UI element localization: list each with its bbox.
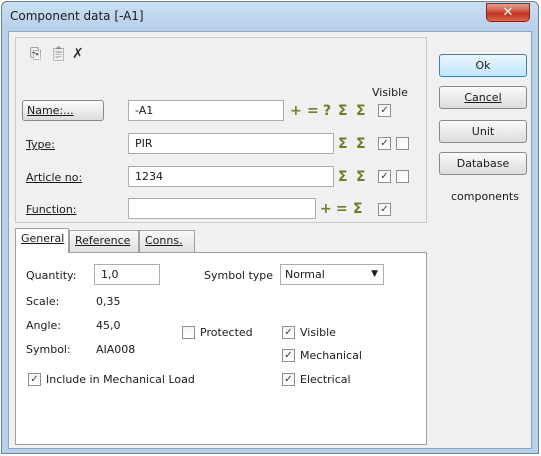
- delete-icon[interactable]: ✗: [72, 46, 84, 62]
- function-label: Function:: [26, 203, 77, 216]
- electrical-checkbox[interactable]: ✓: [282, 373, 295, 386]
- tab-reference[interactable]: Reference: [69, 230, 139, 252]
- symbol-value: AIA008: [96, 343, 136, 356]
- scale-label: Scale:: [26, 295, 60, 308]
- article-input[interactable]: 1234: [128, 166, 334, 187]
- paste-icon[interactable]: 📋︎: [50, 46, 68, 62]
- quantity-label: Quantity:: [26, 269, 77, 282]
- function-visible-checkbox[interactable]: ✓: [378, 203, 391, 216]
- cancel-button-label: Cancel: [464, 91, 502, 104]
- cancel-button[interactable]: Cancel: [439, 86, 527, 109]
- tab-conns[interactable]: Conns.: [139, 230, 195, 252]
- sigma-icon[interactable]: Σ: [338, 103, 348, 119]
- type-extra-checkbox[interactable]: [396, 137, 409, 150]
- tab-reference-label: Reference: [75, 234, 131, 247]
- component-fields-panel: ⎘ 📋︎ ✗ Visible Name:... -A1 + = ? Σ Σ ✓ …: [15, 37, 427, 223]
- include-mechanical-load-checkbox[interactable]: ✓: [28, 373, 41, 386]
- article-extra-checkbox[interactable]: [396, 170, 409, 183]
- type-label-text: Type:: [26, 138, 55, 151]
- close-icon: ✕: [502, 5, 514, 20]
- add-icon[interactable]: +: [290, 103, 302, 119]
- function-add-icon[interactable]: +: [320, 201, 332, 217]
- article-visible-checkbox[interactable]: ✓: [378, 170, 391, 183]
- database-button[interactable]: Database: [439, 152, 527, 175]
- components-label[interactable]: components: [451, 190, 519, 203]
- visible-checkbox[interactable]: ✓: [282, 326, 295, 339]
- sigma-edit-icon[interactable]: Σ: [356, 103, 366, 119]
- type-sigma-icon[interactable]: Σ: [338, 136, 348, 152]
- unit-button[interactable]: Unit: [439, 120, 527, 143]
- ok-button[interactable]: Ok: [439, 54, 527, 77]
- chevron-down-icon: ▼: [371, 269, 378, 279]
- visible-column-header: Visible: [372, 86, 408, 99]
- tab-general[interactable]: General: [15, 228, 69, 253]
- general-tab-panel: Quantity: 1,0 Symbol type Normal ▼ Scale…: [15, 252, 427, 445]
- symbol-type-select[interactable]: Normal ▼: [280, 264, 384, 285]
- protected-label: Protected: [200, 326, 253, 339]
- tab-general-label: General: [21, 232, 65, 245]
- function-input[interactable]: [128, 198, 316, 219]
- tab-conns-label: Conns.: [145, 234, 183, 247]
- electrical-label: Electrical: [300, 373, 351, 386]
- type-visible-checkbox[interactable]: ✓: [378, 137, 391, 150]
- visible-label: Visible: [300, 326, 336, 339]
- copy-icon[interactable]: ⎘: [30, 46, 41, 62]
- scale-value: 0,35: [96, 295, 121, 308]
- tab-control: General Reference Conns. Quantity: 1,0 S…: [15, 228, 427, 445]
- window-title: Component data [-A1]: [10, 9, 144, 23]
- protected-checkbox[interactable]: [182, 326, 195, 339]
- type-input[interactable]: PIR: [128, 133, 334, 154]
- angle-value: 45,0: [96, 319, 121, 332]
- name-button-label: Name:...: [27, 104, 74, 117]
- equals-icon[interactable]: =: [307, 103, 319, 119]
- function-sigma-icon[interactable]: Σ: [353, 201, 363, 217]
- title-bar[interactable]: Component data [-A1] ✕: [2, 2, 538, 30]
- mechanical-checkbox[interactable]: ✓: [282, 349, 295, 362]
- dialog-client-area: ⎘ 📋︎ ✗ Visible Name:... -A1 + = ? Σ Σ ✓ …: [8, 31, 532, 449]
- symbol-label: Symbol:: [26, 343, 71, 356]
- quantity-input[interactable]: 1,0: [94, 264, 160, 285]
- angle-label: Angle:: [26, 319, 62, 332]
- article-sigma-icon[interactable]: Σ: [338, 169, 348, 185]
- close-button[interactable]: ✕: [486, 3, 530, 22]
- function-label-text: Function:: [26, 203, 77, 216]
- article-label-text: Article no:: [26, 171, 83, 184]
- type-label: Type:: [26, 138, 55, 151]
- mechanical-label: Mechanical: [300, 349, 362, 362]
- question-icon[interactable]: ?: [323, 103, 331, 119]
- name-button[interactable]: Name:...: [22, 100, 104, 121]
- component-data-dialog: Component data [-A1] ✕ ⎘ 📋︎ ✗ Visible Na…: [1, 1, 539, 454]
- name-input[interactable]: -A1: [128, 100, 284, 121]
- symbol-type-value: Normal: [285, 268, 325, 281]
- include-mechanical-load-label: Include in Mechanical Load: [46, 373, 195, 386]
- symbol-type-label: Symbol type: [204, 269, 274, 282]
- function-equals-icon[interactable]: =: [336, 201, 348, 217]
- article-sigma-edit-icon[interactable]: Σ: [356, 169, 366, 185]
- name-visible-checkbox[interactable]: ✓: [378, 104, 391, 117]
- article-label: Article no:: [26, 171, 82, 184]
- type-sigma-edit-icon[interactable]: Σ: [356, 136, 366, 152]
